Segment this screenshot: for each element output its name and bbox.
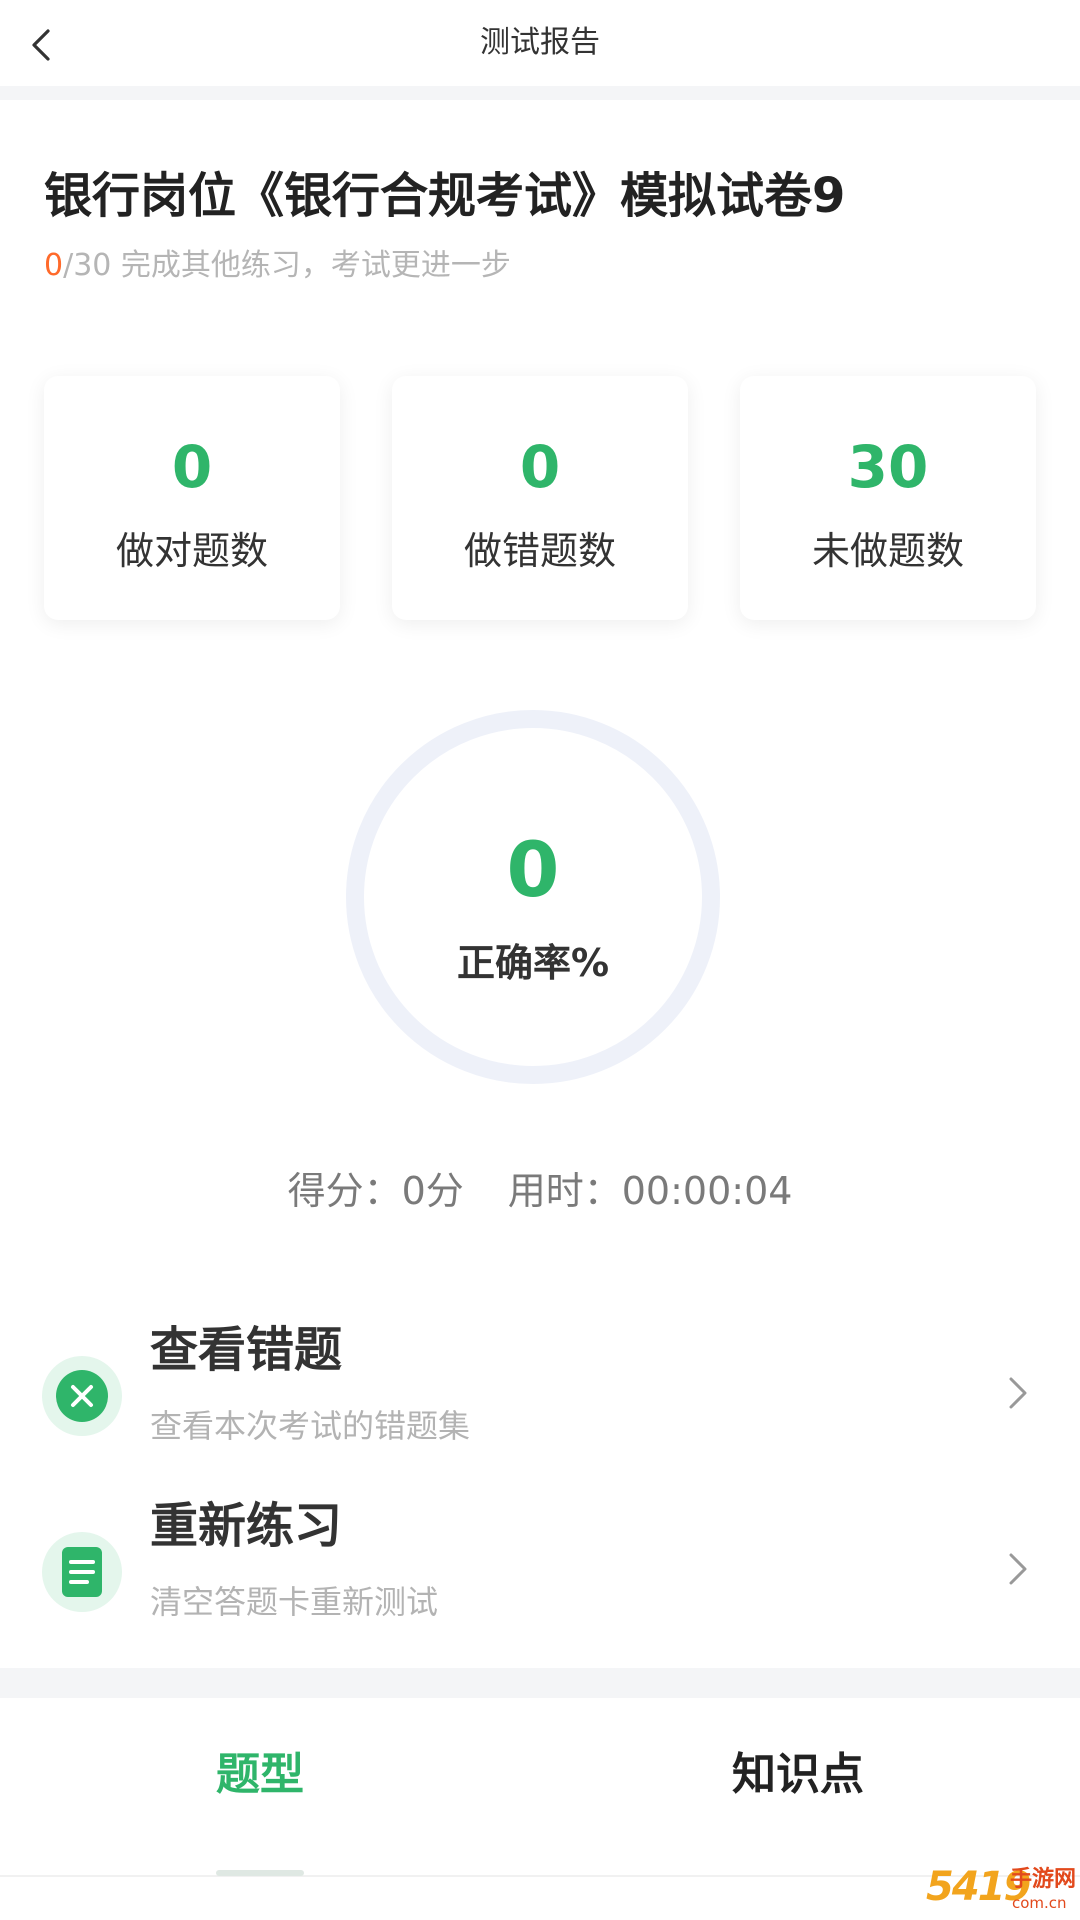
stat-value: 0 [171, 433, 213, 501]
tab-bar-divider [0, 1875, 1080, 1877]
site-watermark: 5419 手游网 com.cn [926, 1862, 1076, 1916]
active-tab-indicator [216, 1870, 304, 1876]
stat-label: 做对题数 [115, 529, 268, 573]
exam-title: 银行岗位《银行合规考试》模拟试卷9 [44, 168, 846, 224]
close-circle-icon [42, 1356, 122, 1436]
practice-again-row[interactable]: 重新练习 清空答题卡重新测试 [0, 1494, 1080, 1644]
watermark-site-name: 手游网 [1010, 1867, 1077, 1892]
progress-hint: 0/30 完成其他练习，考试更进一步 [44, 246, 511, 286]
tab-question-type[interactable]: 题型 [216, 1745, 304, 1805]
accuracy-ring: 0 正确率% [346, 710, 720, 1084]
action-title: 查看错题 [150, 1322, 343, 1378]
stat-value: 0 [519, 433, 561, 501]
action-subtitle: 查看本次考试的错题集 [150, 1407, 471, 1445]
stat-card-correct: 0 做对题数 [44, 376, 340, 620]
tab-knowledge-point[interactable]: 知识点 [732, 1745, 864, 1805]
progress-done-count: 0 [44, 248, 64, 283]
time-text: 用时：00:00:04 [507, 1169, 793, 1213]
view-wrong-answers-row[interactable]: 查看错题 查看本次考试的错题集 [0, 1318, 1080, 1468]
score-text: 得分：0分 [287, 1169, 464, 1213]
progress-hint-text: /30 完成其他练习，考试更进一步 [63, 248, 511, 283]
chevron-right-icon [998, 1544, 1038, 1594]
stat-card-wrong: 0 做错题数 [392, 376, 688, 620]
score-time-summary: 得分：0分 用时：00:00:04 [0, 1166, 1080, 1216]
action-title: 重新练习 [150, 1498, 343, 1554]
stat-value: 30 [847, 433, 929, 501]
document-icon [42, 1532, 122, 1612]
watermark-domain: com.cn [1012, 1894, 1067, 1912]
accuracy-label: 正确率% [456, 941, 610, 985]
stat-card-unanswered: 30 未做题数 [740, 376, 1036, 620]
stat-label: 未做题数 [811, 529, 964, 573]
stat-label: 做错题数 [463, 529, 616, 573]
section-divider [0, 1668, 1080, 1698]
page-title: 测试报告 [480, 25, 600, 60]
navigation-bar: 测试报告 [0, 0, 1080, 86]
header-divider [0, 86, 1080, 100]
chevron-right-icon [998, 1368, 1038, 1418]
action-subtitle: 清空答题卡重新测试 [150, 1583, 439, 1621]
accuracy-value: 0 [506, 825, 560, 914]
